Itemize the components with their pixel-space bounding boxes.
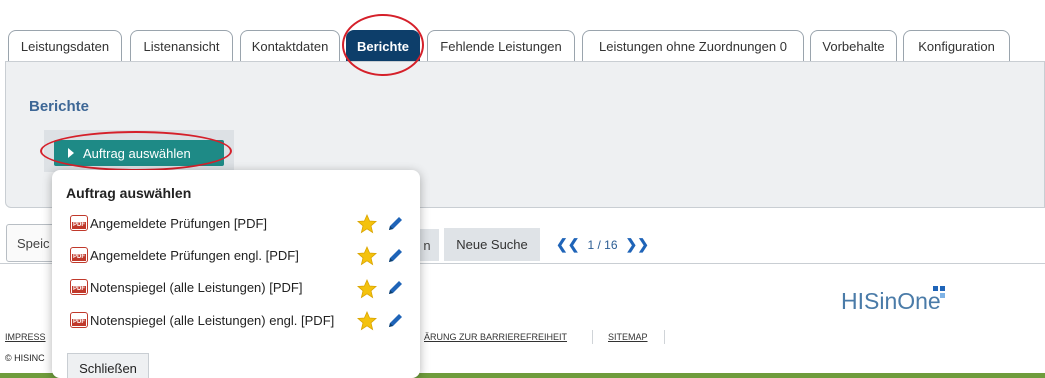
report-item[interactable]: Notenspiegel (alle Leistungen) [PDF] <box>70 277 302 297</box>
tab-listenansicht[interactable]: Listenansicht <box>130 30 233 62</box>
footer-separator <box>664 330 665 344</box>
report-item[interactable]: Notenspiegel (alle Leistungen) engl. [PD… <box>70 310 334 330</box>
caret-right-icon <box>68 148 74 158</box>
auftrag-auswaehlen-label: Auftrag auswählen <box>83 145 191 161</box>
auftrag-dropdown-popup <box>52 170 420 378</box>
tab-konfiguration[interactable]: Konfiguration <box>903 30 1010 62</box>
pdf-icon <box>70 215 88 231</box>
report-item-label: Notenspiegel (alle Leistungen) [PDF] <box>90 279 303 295</box>
logo-square-1 <box>933 286 938 291</box>
hisinone-logo: HISinOne <box>841 288 941 314</box>
pager-text: 1 / 16 <box>587 237 618 252</box>
star-icon[interactable] <box>357 214 377 234</box>
pencil-icon[interactable] <box>386 279 404 297</box>
pdf-icon <box>70 312 88 328</box>
tab-fehlende-leistungen[interactable]: Fehlende Leistungen <box>427 30 575 62</box>
footer-impressum-link[interactable]: IMPRESS <box>5 332 46 342</box>
tab-bar: Leistungsdaten Listenansicht Kontaktdate… <box>0 0 1045 62</box>
pencil-icon[interactable] <box>386 312 404 330</box>
footer-separator <box>592 330 593 344</box>
report-item-label: Notenspiegel (alle Leistungen) engl. [PD… <box>90 312 335 328</box>
popup-title: Auftrag auswählen <box>66 185 192 201</box>
footer-sitemap-link[interactable]: SITEMAP <box>608 332 648 342</box>
logo-square-3 <box>940 293 945 298</box>
pencil-icon[interactable] <box>386 215 404 233</box>
star-icon[interactable] <box>357 279 377 299</box>
star-icon[interactable] <box>357 246 377 266</box>
panel-title: Berichte <box>29 98 90 115</box>
star-icon[interactable] <box>357 311 377 331</box>
report-item-label: Angemeldete Prüfungen engl. [PDF] <box>90 247 299 263</box>
pdf-icon <box>70 279 88 295</box>
new-search-button[interactable]: Neue Suche <box>444 228 540 261</box>
tab-vorbehalte[interactable]: Vorbehalte <box>810 30 897 62</box>
footer-copyright: © HISINC <box>5 353 45 363</box>
auftrag-auswaehlen-button[interactable]: Auftrag auswählen <box>54 140 224 166</box>
double-chevron-right-icon[interactable]: ❯❯ <box>626 236 649 253</box>
report-item[interactable]: Angemeldete Prüfungen [PDF] <box>70 213 267 233</box>
pencil-icon[interactable] <box>386 247 404 265</box>
footer-barrierefreiheit-link[interactable]: ÄRUNG ZUR BARRIEREFREIHEIT <box>424 332 567 342</box>
close-button[interactable]: Schließen <box>67 353 149 378</box>
tab-leistungen-ohne-zuordnungen[interactable]: Leistungen ohne Zuordnungen 0 <box>582 30 804 62</box>
report-item-label: Angemeldete Prüfungen [PDF] <box>90 215 268 231</box>
tab-leistungsdaten[interactable]: Leistungsdaten <box>8 30 122 62</box>
report-item[interactable]: Angemeldete Prüfungen engl. [PDF] <box>70 245 299 265</box>
pager: ❮❮ 1 / 16 ❯❯ <box>556 236 649 253</box>
pdf-icon <box>70 247 88 263</box>
tab-berichte[interactable]: Berichte <box>346 30 420 62</box>
double-chevron-left-icon[interactable]: ❮❮ <box>556 236 579 253</box>
tab-kontaktdaten[interactable]: Kontaktdaten <box>240 30 340 62</box>
logo-square-2 <box>940 286 945 291</box>
